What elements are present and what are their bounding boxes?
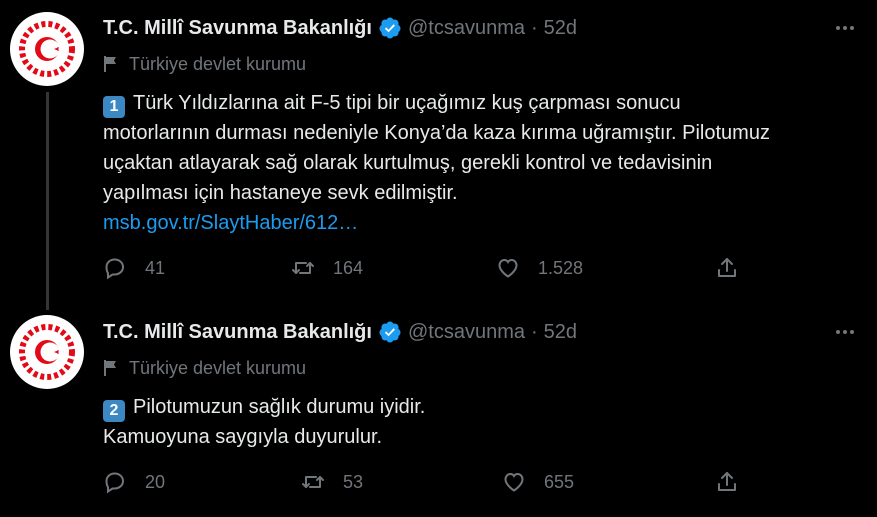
verified-badge-icon: [379, 321, 401, 343]
avatar[interactable]: [10, 12, 84, 86]
avatar-emblem: [13, 318, 81, 386]
author-name[interactable]: T.C. Millî Savunma Bakanlığı: [103, 17, 372, 40]
text-line: 2 Pilotumuzun sağlık durumu iyidir.: [103, 392, 853, 422]
tweet[interactable]: T.C. Millî Savunma Bakanlığı @tcsavunma …: [0, 0, 877, 310]
separator: ·: [530, 16, 538, 39]
like-button[interactable]: 655: [502, 467, 574, 497]
action-bar: 41 164 1.528: [103, 253, 743, 283]
flag-icon: [104, 360, 116, 376]
reply-count: 41: [145, 257, 166, 278]
more-icon[interactable]: [831, 322, 859, 342]
tweet-link[interactable]: msb.gov.tr/SlaytHaber/612…: [103, 212, 358, 234]
timestamp[interactable]: 52d: [544, 321, 577, 344]
author-name[interactable]: T.C. Millî Savunma Bakanlığı: [103, 321, 372, 344]
verified-badge-icon: [379, 17, 401, 39]
reply-button[interactable]: 41: [103, 253, 165, 283]
retweet-button[interactable]: 53: [301, 467, 363, 497]
share-icon: [718, 258, 736, 277]
tweet-header: T.C. Millî Savunma Bakanlığı @tcsavunma …: [103, 318, 577, 346]
reply-count: 20: [145, 471, 166, 492]
timestamp[interactable]: 52d: [544, 17, 577, 40]
text-line: motorlarının durması nedeniyle Konya’da …: [103, 122, 770, 144]
keycap-emoji: 1: [103, 96, 125, 118]
text-line-content: Türk Yıldızlarına ait F-5 tipi bir uçağı…: [133, 92, 681, 114]
keycap-emoji: 2: [103, 400, 125, 422]
like-count: 1.528: [538, 257, 584, 278]
author-handle[interactable]: @tcsavunma: [408, 17, 525, 40]
thread-line: [46, 92, 49, 310]
text-line: yapılması için hastaneye sevk edilmiştir…: [103, 182, 458, 204]
account-label: Türkiye devlet kurumu: [103, 52, 306, 76]
text-line: 1 Türk Yıldızlarına ait F-5 tipi bir uçağ…: [103, 88, 853, 118]
label-text: Türkiye devlet kurumu: [129, 357, 307, 378]
label-text: Türkiye devlet kurumu: [129, 53, 307, 74]
text-line-content: Pilotumuzun sağlık durumu iyidir.: [133, 396, 426, 418]
like-button[interactable]: 1.528: [496, 253, 583, 283]
like-icon: [504, 472, 524, 492]
more-icon[interactable]: [831, 18, 859, 38]
tweet-text: 1 Türk Yıldızlarına ait F-5 tipi bir uçağ…: [103, 88, 853, 238]
tweet-text: 2 Pilotumuzun sağlık durumu iyidir. Kamuo…: [103, 392, 853, 452]
like-count: 655: [544, 471, 575, 492]
share-button[interactable]: [715, 253, 739, 283]
retweet-button[interactable]: 164: [291, 253, 363, 283]
account-label: Türkiye devlet kurumu: [103, 356, 306, 380]
tweet[interactable]: T.C. Millî Savunma Bakanlığı @tcsavunma …: [0, 300, 877, 517]
avatar[interactable]: [10, 315, 84, 389]
reply-button[interactable]: 20: [103, 467, 165, 497]
reply-icon: [105, 258, 125, 280]
author-handle[interactable]: @tcsavunma: [408, 321, 525, 344]
text-line: uçaktan atlayarak sağ olarak kurtulmuş, …: [103, 152, 713, 174]
retweet-count: 164: [333, 257, 364, 278]
like-icon: [498, 258, 518, 278]
tweet-header: T.C. Millî Savunma Bakanlığı @tcsavunma …: [103, 14, 577, 42]
share-icon: [718, 472, 736, 491]
retweet-count: 53: [343, 471, 364, 492]
flag-icon: [104, 56, 116, 72]
separator: ·: [530, 320, 538, 343]
action-bar: 20 53 655: [103, 467, 743, 497]
reply-icon: [105, 472, 125, 494]
avatar-emblem: [13, 15, 81, 83]
retweet-icon: [302, 476, 324, 488]
text-line: Kamuoyuna saygıyla duyurulur.: [103, 426, 383, 448]
retweet-icon: [292, 262, 314, 274]
share-button[interactable]: [715, 467, 739, 497]
